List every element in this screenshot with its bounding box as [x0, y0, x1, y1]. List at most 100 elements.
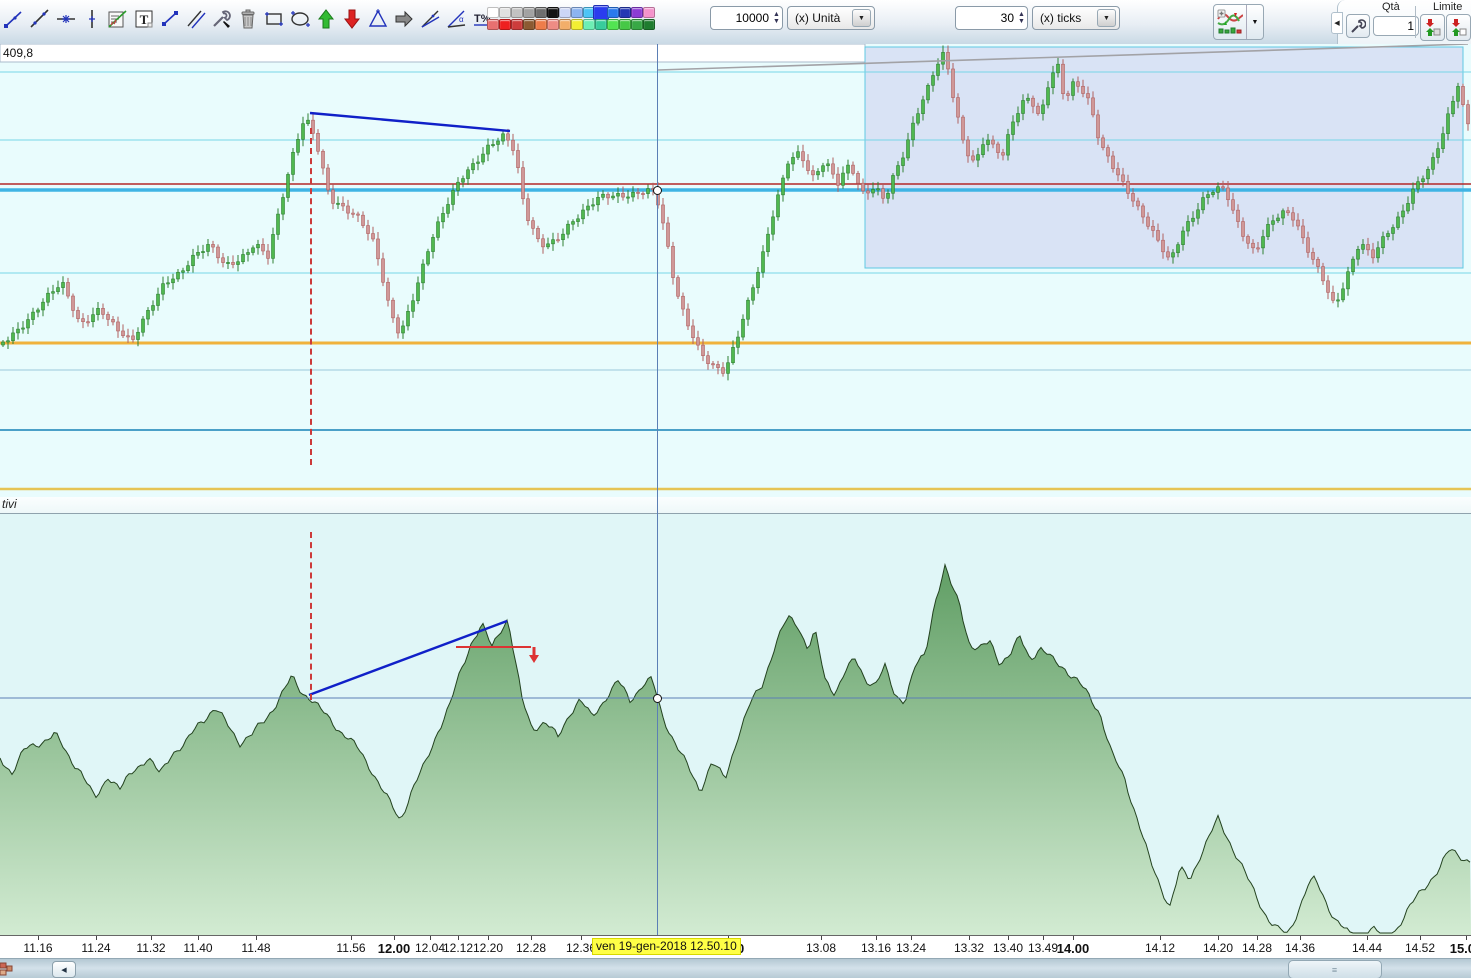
- limit-label: Limite: [1433, 1, 1463, 13]
- unit-dropdown-label: (x) Unità: [794, 11, 841, 25]
- color-swatch[interactable]: [522, 7, 535, 18]
- color-swatch[interactable]: [546, 19, 559, 30]
- color-swatch[interactable]: [618, 19, 631, 30]
- color-swatch[interactable]: [570, 19, 583, 30]
- unit-dropdown-arrow-icon[interactable]: ▼: [851, 9, 871, 27]
- color-swatch[interactable]: [498, 19, 511, 30]
- color-swatch[interactable]: [534, 7, 547, 18]
- segment-points-icon[interactable]: [158, 4, 181, 34]
- chart-type-button[interactable]: ▼: [1213, 4, 1264, 40]
- color-swatch[interactable]: [546, 7, 559, 18]
- color-swatch[interactable]: [642, 7, 655, 18]
- arrow-down-icon[interactable]: [340, 4, 363, 34]
- indicator-chart-pane[interactable]: [0, 514, 1471, 935]
- angle-alpha-icon[interactable]: α: [444, 4, 467, 34]
- limit-buy-button[interactable]: [1446, 14, 1471, 41]
- trash-icon[interactable]: [236, 4, 259, 34]
- tick-label: 12.20: [472, 941, 504, 955]
- vertical-line-icon[interactable]: [80, 4, 103, 34]
- color-swatch[interactable]: [618, 7, 631, 18]
- tick-label: 14.52: [1404, 941, 1436, 955]
- tick-label: 13.49: [1027, 941, 1059, 955]
- tick-mark: [1257, 936, 1258, 940]
- trend-segment-icon[interactable]: [2, 4, 25, 34]
- scroll-left-button[interactable]: ◀: [52, 961, 76, 978]
- chart-type-dropdown-arrow-icon[interactable]: ▼: [1247, 5, 1263, 39]
- tick-mark: [1420, 936, 1421, 940]
- tick-mark: [38, 936, 39, 940]
- color-swatch[interactable]: [522, 19, 535, 30]
- tick-label: 12.12: [442, 941, 474, 955]
- color-swatch[interactable]: [582, 19, 595, 30]
- qty-input[interactable]: [1373, 16, 1419, 36]
- color-swatch[interactable]: [558, 19, 571, 30]
- drawing-tools: Tα T%: [2, 4, 493, 34]
- unit-value-box[interactable]: ▲▼: [710, 6, 783, 30]
- arrow-right-icon[interactable]: [392, 4, 415, 34]
- tick-label: 12.00: [377, 941, 411, 956]
- qty-label: Qtà: [1382, 1, 1400, 13]
- color-swatch[interactable]: [594, 19, 607, 30]
- trend-line-icon[interactable]: [28, 4, 51, 34]
- unit-spin-arrows[interactable]: ▲ ▼: [773, 11, 780, 25]
- buy-sell-arrows-icon: [1452, 19, 1467, 36]
- color-swatch[interactable]: [486, 7, 499, 18]
- order-settings-button[interactable]: [1346, 14, 1370, 38]
- tick-label: 11.48: [241, 941, 271, 955]
- tick-mark: [458, 936, 459, 940]
- unit-dropdown[interactable]: (x) Unità ▼: [786, 6, 875, 30]
- horizontal-scrollbar[interactable]: ◀ ≡: [0, 958, 1471, 978]
- text-tool-icon[interactable]: T: [132, 4, 155, 34]
- crosshair-anchor-top[interactable]: [653, 186, 662, 195]
- indicator-label: tivi: [2, 497, 17, 511]
- unit-value-input[interactable]: [715, 10, 771, 26]
- color-swatch[interactable]: [486, 19, 499, 30]
- order-entry-panel: ◀ Qtà Limite: [1331, 0, 1471, 45]
- color-swatch[interactable]: [510, 7, 523, 18]
- crosshair-anchor-bottom[interactable]: [653, 694, 662, 703]
- trading-platform-window: TαT% ▲▼ (x) Unità ▼ ▲▼ (x) ticks ▼: [0, 0, 1471, 978]
- color-swatch[interactable]: [606, 19, 619, 30]
- color-swatch[interactable]: [570, 7, 583, 18]
- corner-bricks-icon: [0, 962, 13, 976]
- price-chart-pane[interactable]: 409,8: [0, 44, 1471, 497]
- horizontal-line-icon[interactable]: [54, 4, 77, 34]
- color-swatch[interactable]: [498, 7, 511, 18]
- chart-type-icon[interactable]: [1214, 5, 1247, 39]
- color-swatch[interactable]: [510, 19, 523, 30]
- ticks-spin-arrows[interactable]: ▲ ▼: [1018, 11, 1025, 25]
- rectangle-icon[interactable]: [262, 4, 285, 34]
- ellipse-icon[interactable]: [288, 4, 311, 34]
- triangle-icon[interactable]: [366, 4, 389, 34]
- tick-mark: [531, 936, 532, 940]
- thumb-grip-icon: ≡: [1331, 964, 1339, 975]
- trend-angle-icon[interactable]: [418, 4, 441, 34]
- ticks-value-box[interactable]: ▲▼: [955, 6, 1028, 30]
- color-swatch[interactable]: [606, 7, 619, 18]
- tick-mark: [911, 936, 912, 940]
- drawing-toolbar: TαT% ▲▼ (x) Unità ▼ ▲▼ (x) ticks ▼: [0, 0, 1471, 45]
- tick-mark: [1367, 936, 1368, 940]
- tick-label: 11.16: [23, 941, 53, 955]
- parallel-lines-icon[interactable]: [184, 4, 207, 34]
- color-swatch[interactable]: [630, 19, 643, 30]
- color-swatch[interactable]: [558, 7, 571, 18]
- color-swatch[interactable]: [534, 19, 547, 30]
- color-swatch[interactable]: [630, 7, 643, 18]
- ticks-dropdown[interactable]: (x) ticks ▼: [1031, 6, 1120, 30]
- red-dashed-line-top: [310, 128, 312, 465]
- ticks-spinner-group: ▲▼ (x) ticks ▼: [955, 6, 1120, 30]
- date-tooltip: ven 19-gen-2018 12.50.10: [592, 938, 741, 955]
- svg-text:α: α: [459, 15, 464, 24]
- color-swatch[interactable]: [642, 19, 655, 30]
- arrow-up-icon[interactable]: [314, 4, 337, 34]
- tick-mark: [1043, 936, 1044, 940]
- ticks-value-input[interactable]: [960, 10, 1016, 26]
- chart-notes-icon[interactable]: [106, 4, 129, 34]
- wrench-icon: [1351, 19, 1366, 33]
- limit-sell-button[interactable]: [1420, 14, 1445, 41]
- tools-icon[interactable]: [210, 4, 233, 34]
- ticks-dropdown-arrow-icon[interactable]: ▼: [1096, 9, 1116, 27]
- scrollbar-thumb[interactable]: ≡: [1288, 960, 1382, 978]
- order-panel-collapse-icon[interactable]: ◀: [1331, 12, 1343, 34]
